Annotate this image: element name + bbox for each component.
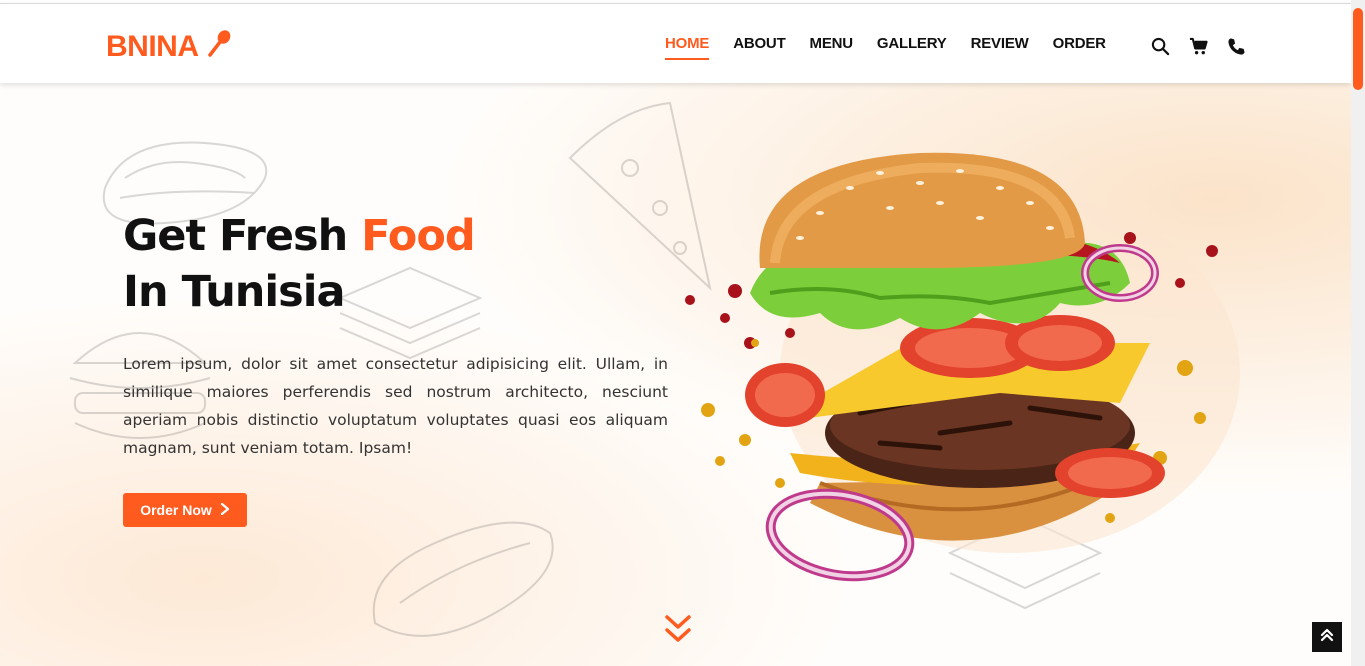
site-header: BNINA HOME ABOUT MENU GALLERY REVIEW ORD… <box>0 3 1351 83</box>
nav-review[interactable]: REVIEW <box>971 35 1029 60</box>
nav-order[interactable]: ORDER <box>1053 35 1106 60</box>
spoon-icon <box>205 28 233 66</box>
brand-logo[interactable]: BNINA <box>106 28 233 66</box>
nav-gallery[interactable]: GALLERY <box>877 35 947 60</box>
scrollbar-thumb[interactable] <box>1353 8 1363 90</box>
scroll-down-icon[interactable] <box>664 613 692 647</box>
header-icons <box>1151 37 1246 56</box>
nav-menu[interactable]: MENU <box>810 35 854 60</box>
burger-image <box>685 152 1240 582</box>
phone-icon[interactable] <box>1227 37 1246 56</box>
back-to-top-button[interactable] <box>1312 622 1342 652</box>
hero-paragraph: Lorem ipsum, dolor sit amet consectetur … <box>123 355 668 457</box>
hotdog-doodle-bottom <box>372 521 554 637</box>
chevron-right-icon <box>220 502 230 518</box>
double-chevron-up-icon <box>1320 628 1334 647</box>
page-scrollbar[interactable] <box>1351 0 1365 666</box>
nav-home[interactable]: HOME <box>665 35 710 60</box>
main-nav: HOME ABOUT MENU GALLERY REVIEW ORDER <box>665 35 1106 60</box>
order-now-label: Order Now <box>140 502 212 518</box>
brand-name: BNINA <box>106 30 199 63</box>
nav-about[interactable]: ABOUT <box>733 35 786 60</box>
order-now-button[interactable]: Order Now <box>123 493 247 527</box>
hero-title-part1: Get Fresh <box>123 211 362 261</box>
hero-title: Get Fresh Food In Tunisia <box>123 208 476 320</box>
hero-section: Get Fresh Food In Tunisia Lorem ipsum, d… <box>0 83 1351 666</box>
hero-title-accent: Food <box>361 211 475 261</box>
cart-icon[interactable] <box>1189 37 1208 56</box>
hero-title-line2: In Tunisia <box>123 267 346 317</box>
search-icon[interactable] <box>1151 37 1170 56</box>
